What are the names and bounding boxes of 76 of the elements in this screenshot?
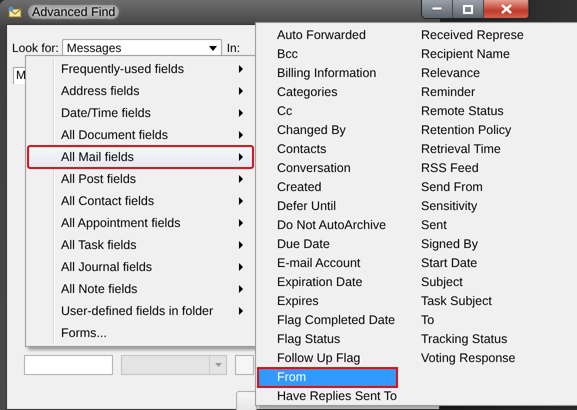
menu-item[interactable]: Flag Completed Date (258, 311, 397, 330)
menu-item[interactable]: All Contact fields (28, 190, 253, 212)
menu-item[interactable]: To (400, 311, 577, 330)
menu-item[interactable]: Date/Time fields (28, 102, 253, 124)
menu-item[interactable]: Start Date (400, 254, 577, 273)
submenu-arrow-icon (239, 153, 244, 161)
menu-item[interactable]: All Document fields (28, 124, 253, 146)
menu-item[interactable]: All Mail fields (28, 146, 253, 168)
menu-item[interactable]: Created (258, 178, 397, 197)
menu-item[interactable]: Retrieval Time (400, 140, 577, 159)
menu-item[interactable]: Cc (258, 102, 397, 121)
submenu-arrow-icon (239, 241, 244, 249)
menu-item[interactable]: Expiration Date (258, 273, 397, 292)
submenu-arrow-icon (239, 219, 244, 227)
menu-item[interactable]: Task Subject (400, 292, 577, 311)
menu-item[interactable]: Bcc (258, 45, 397, 64)
submenu-arrow-icon (239, 109, 244, 117)
menu-item[interactable]: All Journal fields (28, 256, 253, 278)
minimize-button[interactable] (422, 0, 453, 18)
submenu-arrow-icon (239, 307, 244, 315)
menu-item[interactable]: Signed By (400, 235, 577, 254)
menu-item[interactable]: Categories (258, 83, 397, 102)
submenu-arrow-icon (239, 263, 244, 271)
menu-item[interactable]: Subject (400, 273, 577, 292)
menu-item[interactable]: Reminder (400, 83, 577, 102)
menu-item[interactable]: Retention Policy (400, 121, 577, 140)
menu-item[interactable]: All Task fields (28, 234, 253, 256)
menu-item[interactable]: Expires (258, 292, 397, 311)
submenu-arrow-icon (239, 197, 244, 205)
menu-item[interactable]: Frequently-used fields (28, 58, 253, 80)
menu-item[interactable]: RSS Feed (400, 159, 577, 178)
maximize-icon (463, 4, 473, 14)
look-for-label: Look for: (12, 41, 59, 55)
maximize-button[interactable] (453, 0, 484, 18)
menu-item[interactable]: Relevance (400, 64, 577, 83)
menu-item[interactable]: Do Not AutoArchive (258, 216, 397, 235)
menu-item[interactable]: Voting Response (400, 349, 577, 368)
menu-item[interactable]: Recipient Name (400, 45, 577, 64)
dropdown-arrow-icon (208, 46, 217, 50)
submenu-arrow-icon (239, 131, 244, 139)
menu-item[interactable]: Changed By (258, 121, 397, 140)
submenu-arrow-icon (239, 285, 244, 293)
menu-item[interactable]: Flag Status (258, 330, 397, 349)
menu-item[interactable]: Forms... (28, 322, 253, 344)
menu-item[interactable]: Remote Status (400, 102, 577, 121)
condition-dropdown[interactable] (121, 355, 227, 375)
menu-item[interactable]: Due Date (258, 235, 397, 254)
submenu-arrow-icon (239, 175, 244, 183)
close-button[interactable] (484, 0, 529, 18)
menu-item[interactable]: Have Replies Sent To (258, 387, 397, 406)
menu-item[interactable]: E-mail Account (258, 254, 397, 273)
menu-item[interactable]: All Appointment fields (28, 212, 253, 234)
input-field[interactable] (24, 355, 113, 375)
menu-item[interactable]: User-defined fields in folder (28, 300, 253, 322)
menu-item[interactable]: Address fields (28, 80, 253, 102)
submenu-arrow-icon (239, 87, 244, 95)
menu-item[interactable]: All Post fields (28, 168, 253, 190)
value-field[interactable] (235, 355, 254, 375)
menu-item[interactable]: Defer Until (258, 197, 397, 216)
menu-item[interactable]: Sensitivity (400, 197, 577, 216)
menu-item[interactable]: Conversation (258, 159, 397, 178)
minimize-icon (432, 7, 442, 11)
dropdown-arrow-icon (214, 363, 222, 367)
menu-item[interactable]: Send From (400, 178, 577, 197)
menu-item[interactable]: Billing Information (258, 64, 397, 83)
envelope-icon (8, 6, 22, 18)
close-icon (500, 4, 512, 14)
submenu-arrow-icon (239, 65, 244, 73)
menu-item[interactable]: All Note fields (28, 278, 253, 300)
menu-item[interactable]: Follow Up Flag (258, 349, 397, 368)
menu-item[interactable]: Tracking Status (400, 330, 577, 349)
in-label: In: (226, 41, 240, 55)
menu-item[interactable]: Sent (400, 216, 577, 235)
menu-item[interactable]: Auto Forwarded (258, 26, 397, 45)
menu-item[interactable]: Contacts (258, 140, 397, 159)
menu-item[interactable]: Received Represe (400, 26, 577, 45)
